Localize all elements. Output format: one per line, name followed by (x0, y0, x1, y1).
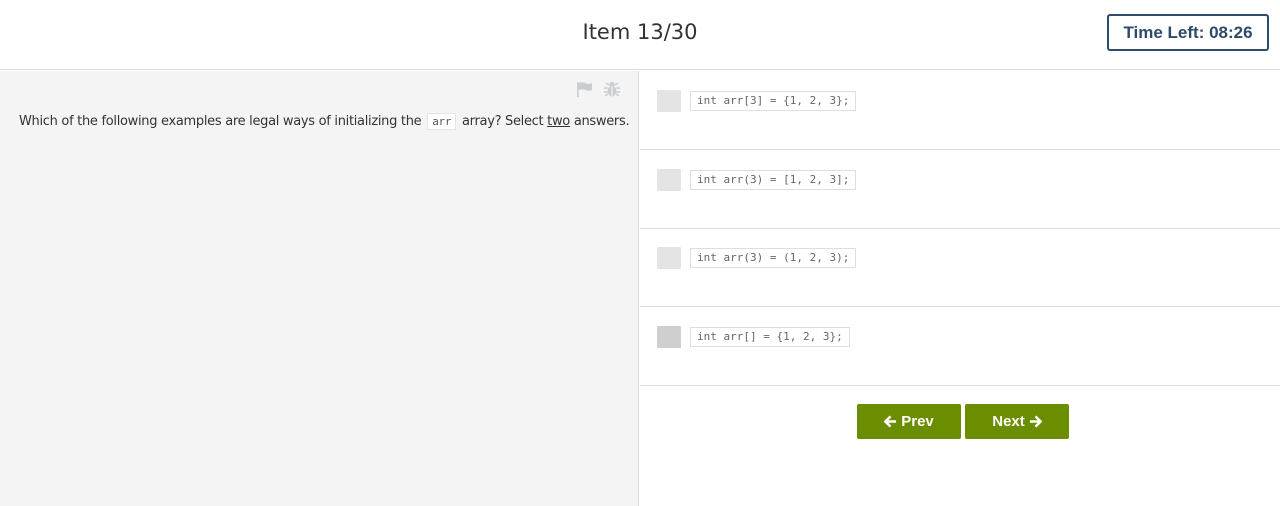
top-header: Item 13/30 Time Left: 08:26 (0, 0, 1280, 70)
next-label: Next (992, 413, 1025, 430)
flag-icon[interactable] (575, 79, 595, 99)
navigation-buttons: Prev Next (857, 404, 1069, 439)
question-tools (575, 79, 622, 99)
question-pane: Which of the following examples are lega… (0, 71, 639, 506)
answer-option-2[interactable]: int arr(3) = [1, 2, 3]; (640, 150, 1280, 229)
answer-code: int arr(3) = [1, 2, 3]; (690, 170, 857, 190)
question-code: arr (427, 113, 457, 130)
answer-checkbox[interactable] (657, 247, 681, 269)
question-middle: array? Select (462, 114, 544, 129)
answer-code: int arr[] = {1, 2, 3}; (690, 327, 850, 347)
answer-checkbox[interactable] (657, 326, 681, 348)
answer-code: int arr[3] = {1, 2, 3}; (690, 91, 857, 111)
next-button[interactable]: Next (965, 404, 1069, 439)
question-prefix: Which of the following examples are lega… (19, 114, 422, 129)
prev-button[interactable]: Prev (857, 404, 961, 439)
time-left-badge: Time Left: 08:26 (1107, 14, 1269, 51)
question-suffix: answers. (573, 114, 630, 129)
answer-option-3[interactable]: int arr(3) = (1, 2, 3); (640, 228, 1280, 307)
answer-checkbox[interactable] (657, 169, 681, 191)
answer-checkbox[interactable] (657, 90, 681, 112)
arrow-left-icon (884, 415, 897, 428)
answer-code: int arr(3) = (1, 2, 3); (690, 248, 857, 268)
question-text: Which of the following examples are lega… (19, 113, 630, 130)
arrow-right-icon (1029, 415, 1042, 428)
answer-option-1[interactable]: int arr[3] = {1, 2, 3}; (640, 71, 1280, 150)
prev-label: Prev (901, 413, 934, 430)
item-counter: Item 13/30 (582, 20, 698, 44)
answer-option-4[interactable]: int arr[] = {1, 2, 3}; (640, 307, 1280, 386)
question-emphasis: two (547, 114, 570, 129)
answer-pane: int arr[3] = {1, 2, 3}; int arr(3) = [1,… (640, 71, 1280, 506)
bug-icon[interactable] (602, 79, 622, 99)
